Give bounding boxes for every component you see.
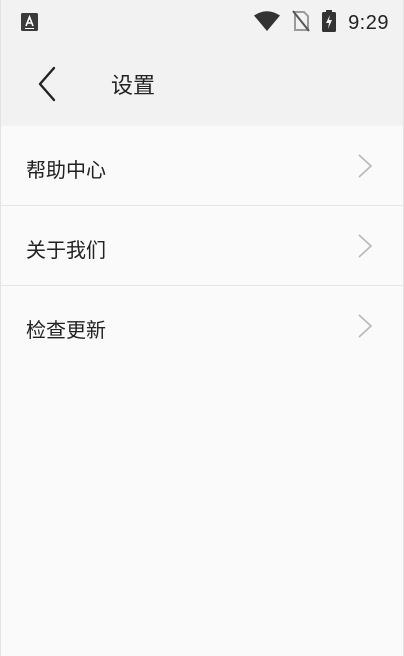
- chevron-right-icon: [358, 314, 372, 338]
- menu-item-label: 帮助中心: [26, 158, 106, 182]
- app-bar: 设置: [1, 44, 403, 126]
- menu-item-label: 关于我们: [26, 238, 106, 262]
- status-time: 9:29: [348, 11, 389, 34]
- chevron-left-icon: [38, 66, 56, 102]
- menu-item-label: 检查更新: [26, 318, 106, 342]
- menu-item-check-update[interactable]: 检查更新: [1, 286, 403, 366]
- status-bar: 9:29: [1, 0, 403, 44]
- back-button[interactable]: [27, 62, 67, 106]
- menu-item-about-us[interactable]: 关于我们: [1, 206, 403, 286]
- settings-screen: 9:29 设置 帮助中心 关于我们 检查更新: [0, 0, 404, 656]
- battery-charging-icon: [322, 10, 337, 36]
- app-notification-a-icon: [21, 13, 38, 35]
- chevron-right-icon: [358, 154, 372, 178]
- settings-menu-list: 帮助中心 关于我们 检查更新: [1, 126, 403, 366]
- no-sim-icon: [292, 10, 310, 36]
- menu-item-help-center[interactable]: 帮助中心: [1, 126, 403, 206]
- chevron-right-icon: [358, 234, 372, 258]
- wifi-icon: [254, 11, 281, 35]
- page-title: 设置: [111, 74, 156, 99]
